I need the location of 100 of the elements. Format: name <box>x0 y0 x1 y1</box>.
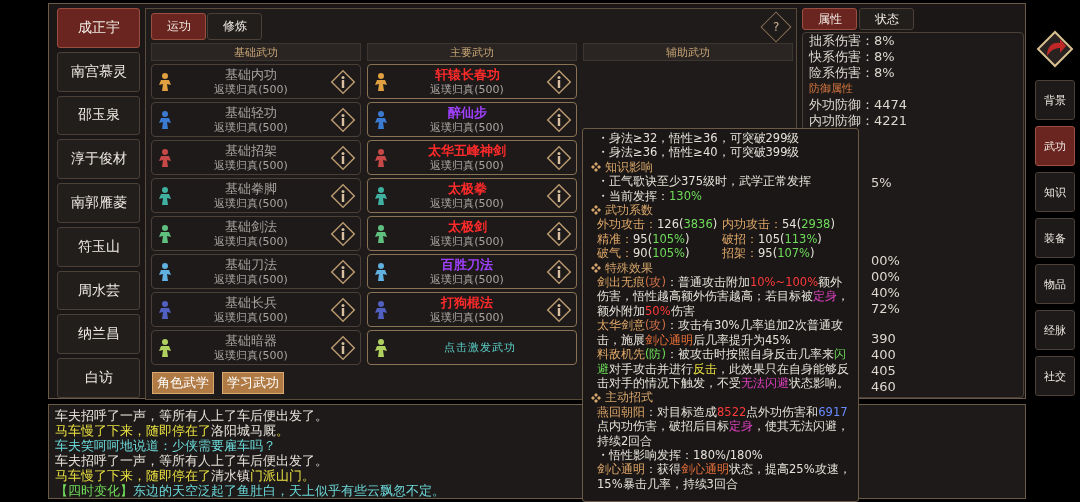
skill-level: 返璞归真(500) <box>214 81 288 97</box>
log-line: 车夫招呼了一声，等所有人上了车后便出发了。 <box>55 453 328 468</box>
stat-text: 72% <box>871 301 900 317</box>
character-tab[interactable]: 纳兰昌 <box>57 314 140 355</box>
character-tab[interactable]: 成正宇 <box>57 8 140 48</box>
character-tab[interactable]: 邵玉泉 <box>57 95 140 136</box>
skill-slot[interactable]: 太极剑 返璞归真(500) <box>367 216 577 251</box>
stat-text: 5% <box>871 175 892 191</box>
stat-text: 内功防御：4221 <box>809 113 908 129</box>
skill-slot[interactable]: 太华五峰神剑 返璞归真(500) <box>367 140 577 175</box>
stat-text: 400 <box>871 347 896 363</box>
skill-level: 返璞归真(500) <box>430 271 504 287</box>
character-tab[interactable]: 南郭雁菱 <box>57 183 140 223</box>
skill-name: 基础拳脚 <box>225 180 277 196</box>
tooltip-text: 剑心通明：获得剑心通明状态，提高25%攻速，15%暴击几率，持续3回合 <box>596 462 852 492</box>
tooltip-text: 太华剑意(攻)：攻击有30%几率追加2次普通攻击，施展剑心通明后几率提升为45% <box>596 318 844 348</box>
skill-level: 返璞归真(500) <box>430 309 504 325</box>
skill-name: 轩辕长春功 <box>434 66 500 82</box>
skill-level: 返璞归真(500) <box>430 196 504 211</box>
stat-text: 40% <box>871 285 900 301</box>
skill-slot[interactable]: 点击激发武功 <box>367 330 577 365</box>
skill-slot[interactable]: 基础剑法 返璞归真(500) <box>151 216 361 251</box>
skill-level: 返璞归真(500) <box>214 195 288 211</box>
tooltip-text: ・身法≥32，悟性≥36，可突破299级 <box>596 131 801 146</box>
skill-name: 太极剑 <box>447 218 487 234</box>
skill-name: 基础长兵 <box>225 294 277 310</box>
skill-slot[interactable]: 基础刀法 返璞归真(500) <box>151 254 361 289</box>
nav-button[interactable]: 经脉 <box>1035 310 1075 350</box>
skill-name: 基础暗器 <box>225 332 277 348</box>
tab[interactable]: 属性 <box>802 8 857 30</box>
character-tab[interactable]: 白访 <box>57 358 140 399</box>
section-title: 知识影响 <box>605 159 653 175</box>
skill-slot[interactable]: 醉仙步 返璞归真(500) <box>367 102 577 137</box>
diamond-bullet-icon <box>591 262 601 273</box>
nav-button[interactable]: 装备 <box>1035 218 1075 258</box>
section-title: 特殊效果 <box>605 260 653 276</box>
section-title: 主动招式 <box>605 390 653 405</box>
character-tab[interactable]: 南宫慕灵 <box>57 51 140 92</box>
stat-text: 快系伤害：8% <box>809 49 895 65</box>
skill-slot[interactable]: 基础暗器 返璞归真(500) <box>151 330 361 365</box>
nav-button[interactable]: 背景 <box>1035 80 1075 120</box>
log-line: 车夫招呼了一声，等所有人上了车后便出发了。 <box>55 408 328 423</box>
skill-name: 基础内功 <box>225 66 277 82</box>
tooltip-stat: 精准：95(105%) <box>597 231 691 247</box>
column-header: 辅助武功 <box>583 43 793 61</box>
action-button[interactable]: 学习武功 <box>222 372 284 394</box>
tab[interactable]: 修炼 <box>207 13 262 40</box>
skill-slot[interactable]: 打狗棍法 返璞归真(500) <box>367 292 577 327</box>
nav-button[interactable]: 社交 <box>1035 356 1075 396</box>
tooltip-stat: 内功攻击：54(2938) <box>722 217 836 232</box>
skill-name: 基础轻功 <box>225 104 277 120</box>
character-tab[interactable]: 符玉山 <box>57 226 140 267</box>
column-header: 主要武功 <box>367 43 577 61</box>
activate-prompt: 点击激发武功 <box>444 340 516 355</box>
skill-name: 基础招架 <box>225 142 277 158</box>
skill-level: 返璞归真(500) <box>214 271 288 287</box>
skill-slot[interactable]: 基础内功 返璞归真(500) <box>151 64 361 99</box>
stat-text: 00% <box>871 269 900 285</box>
tooltip-stat: 破气：90(105%) <box>597 246 691 261</box>
nav-button[interactable]: 物品 <box>1035 264 1075 304</box>
skill-name: 基础剑法 <box>225 218 277 234</box>
tooltip-stat: 外功攻击：126(3836) <box>597 217 719 232</box>
tab[interactable]: 运功 <box>151 13 206 40</box>
skill-name: 百胜刀法 <box>441 256 493 272</box>
action-button[interactable]: 角色武学 <box>152 372 214 394</box>
skill-name: 醉仙步 <box>447 104 487 120</box>
nav-button[interactable]: 武功 <box>1035 126 1075 166</box>
stat-text: 险系伤害：8% <box>809 65 895 81</box>
diamond-bullet-icon <box>591 392 601 403</box>
skill-level: 返璞归真(500) <box>430 157 504 173</box>
tooltip-text: ・悟性影响发挥：180%/180% <box>596 447 764 463</box>
stat-text: 460 <box>871 379 896 395</box>
stat-text: 405 <box>871 363 896 379</box>
skill-slot[interactable]: 基础轻功 返璞归真(500) <box>151 102 361 137</box>
skill-slot[interactable]: 基础长兵 返璞归真(500) <box>151 292 361 327</box>
skill-name: 太华五峰神剑 <box>428 142 506 158</box>
tooltip-text: 燕回朝阳：对目标造成8522点外功伤害和6917 点内功伤害，破招后目标定身，使其无法闪避，持续2回合 <box>596 404 850 448</box>
nav-button[interactable]: 知识 <box>1035 172 1075 212</box>
skill-level: 返璞归真(500) <box>214 119 288 135</box>
skill-level: 返璞归真(500) <box>430 81 504 97</box>
skill-slot[interactable]: 基础招架 返璞归真(500) <box>151 140 361 175</box>
skill-level: 返璞归真(500) <box>214 347 288 363</box>
section-title: 武功系数 <box>605 203 653 218</box>
skill-slot[interactable]: 百胜刀法 返璞归真(500) <box>367 254 577 289</box>
skill-slot[interactable]: 太极拳 返璞归真(500) <box>367 178 577 213</box>
tooltip-stat: 破招：105(113%) <box>722 231 823 247</box>
skill-slot[interactable]: 轩辕长春功 返璞归真(500) <box>367 64 577 99</box>
stat-text: 00% <box>871 253 900 269</box>
skill-level: 返璞归真(500) <box>214 309 288 325</box>
character-tab[interactable]: 周水芸 <box>57 270 140 311</box>
skill-name: 打狗棍法 <box>441 294 493 310</box>
stats-heading: 防御属性 <box>809 81 853 97</box>
tooltip-text: ・身法≥36，悟性≥40，可突破399级 <box>596 145 801 160</box>
diamond-bullet-icon <box>591 162 601 172</box>
log-line: 马车慢了下来，随即停在了清水镇门派山门。 <box>55 468 315 483</box>
log-line: 【四时变化】东边的天空泛起了鱼肚白，天上似乎有些云飘忽不定。 <box>55 483 445 498</box>
character-tab[interactable]: 淳于俊材 <box>57 139 140 180</box>
skill-slot[interactable]: 基础拳脚 返璞归真(500) <box>151 178 361 213</box>
tab[interactable]: 状态 <box>859 8 914 30</box>
tooltip-text: ・正气歌诀至少375级时，武学正常发挥 <box>596 174 812 189</box>
